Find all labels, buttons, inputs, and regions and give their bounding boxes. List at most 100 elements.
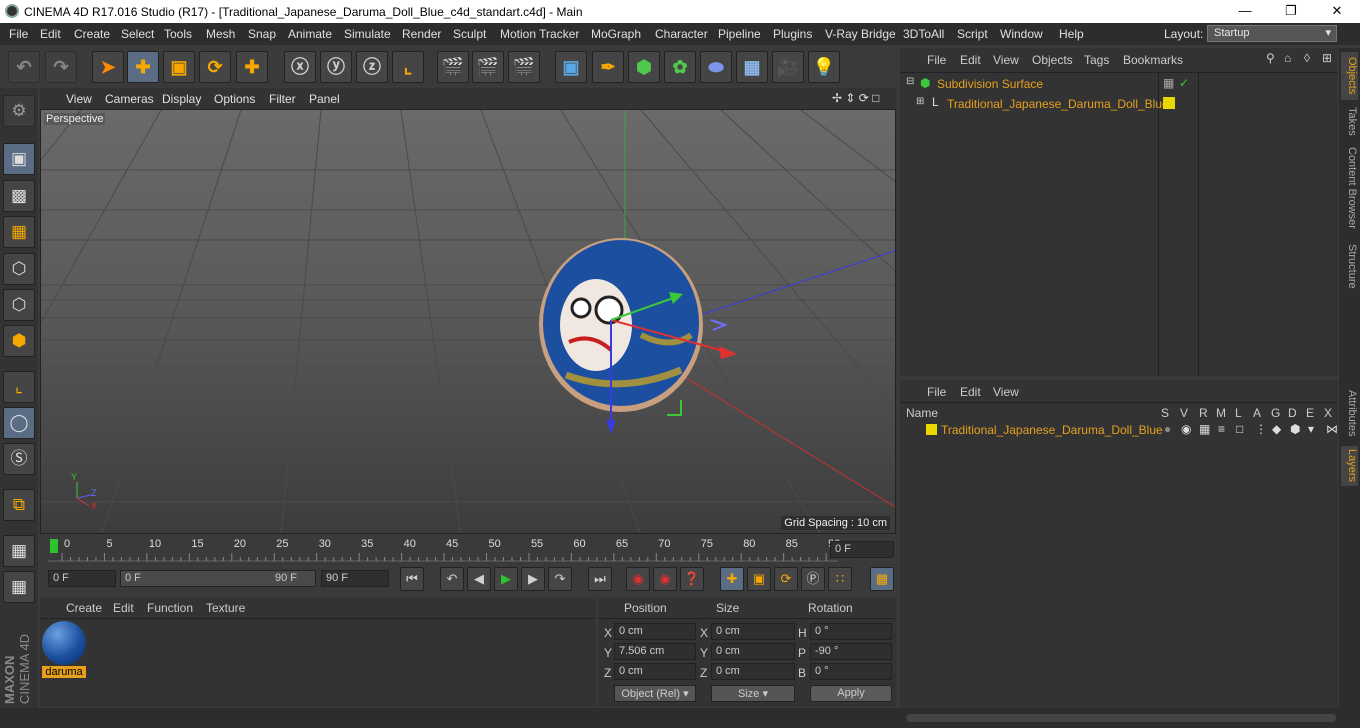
menu-motion-tracker[interactable]: Motion Tracker <box>500 27 579 41</box>
minimize-icon[interactable]: — <box>1222 0 1268 23</box>
layer-row[interactable]: Traditional_Japanese_Daruma_Doll_Blue ● … <box>900 421 1338 440</box>
next-frame-button[interactable]: ▶ <box>521 567 545 591</box>
obj-menu-edit[interactable]: Edit <box>960 53 981 67</box>
cloner-button[interactable]: ✿ <box>664 51 696 83</box>
home-icon[interactable]: ⌂ <box>1284 51 1291 65</box>
collapse-icon[interactable]: ⊟ <box>906 76 914 87</box>
menu-script[interactable]: Script <box>957 27 988 41</box>
menu-help[interactable]: Help <box>1059 27 1084 41</box>
keyframe-selection-button[interactable]: ❓ <box>680 567 704 591</box>
light-button[interactable]: 💡 <box>808 51 840 83</box>
viewport-menu-filter[interactable]: Filter <box>269 92 296 106</box>
generator-icon[interactable]: ◆ <box>1272 422 1281 436</box>
search-icon[interactable]: ⚲ <box>1266 51 1275 65</box>
menu-character[interactable]: Character <box>655 27 708 41</box>
timeline-window-button[interactable]: ▦ <box>870 567 894 591</box>
menu-window[interactable]: Window <box>1000 27 1043 41</box>
menu-mograph[interactable]: MoGraph <box>591 27 641 41</box>
obj-menu-objects[interactable]: Objects <box>1032 53 1073 67</box>
go-to-start-button[interactable]: ⏮ <box>400 567 424 591</box>
daruma-doll-model[interactable] <box>539 238 703 412</box>
redo-button[interactable]: ↷ <box>45 51 77 83</box>
tab-attributes[interactable]: Attributes <box>1341 383 1358 443</box>
menu-sculpt[interactable]: Sculpt <box>453 27 486 41</box>
render-icon[interactable]: ▦ <box>1199 422 1210 436</box>
subdivision-surface-button[interactable]: ⬢ <box>628 51 660 83</box>
menu-simulate[interactable]: Simulate <box>344 27 391 41</box>
manager-icon[interactable]: ≡ <box>1218 422 1225 436</box>
deformer-button[interactable]: ⬬ <box>700 51 732 83</box>
expand-icon[interactable]: ⊞ <box>916 96 924 107</box>
cube-primitive-button[interactable]: ▣ <box>555 51 587 83</box>
layer-color-tag[interactable] <box>1163 97 1175 109</box>
material-menu-edit[interactable]: Edit <box>113 601 134 615</box>
size-x-field[interactable]: 0 cm <box>711 623 795 640</box>
autokey-button[interactable]: ◉ <box>653 567 677 591</box>
gizmo-z-arrow[interactable] <box>606 420 616 434</box>
menu-create[interactable]: Create <box>74 27 110 41</box>
pos-y-field[interactable]: 7.506 cm <box>614 643 696 660</box>
previous-key-button[interactable]: ↶ <box>440 567 464 591</box>
tab-content-browser[interactable]: Content Browser <box>1341 144 1358 232</box>
undo-button[interactable]: ↶ <box>8 51 40 83</box>
viewport-menu-view[interactable]: View <box>66 92 92 106</box>
planar-workplane-button[interactable]: ▦ <box>3 571 35 603</box>
layer-color-swatch[interactable] <box>926 424 937 435</box>
menu-file[interactable]: File <box>9 27 28 41</box>
record-active-button[interactable]: ◉ <box>626 567 650 591</box>
solo-dot-icon[interactable]: ● <box>1164 422 1171 436</box>
menu-tools[interactable]: Tools <box>164 27 192 41</box>
lock-icon[interactable]: □ <box>1236 422 1243 436</box>
object-row-daruma[interactable]: ⊞ L Traditional_Japanese_Daruma_Doll_Blu… <box>900 94 1198 113</box>
new-view-icon[interactable]: ⊞ <box>1322 51 1332 65</box>
snap-button[interactable]: ⧉ <box>3 489 35 521</box>
viewport-menu-display[interactable]: Display <box>162 92 201 106</box>
navigate-icon[interactable]: ◊ <box>1304 51 1310 65</box>
menu-snap[interactable]: Snap <box>248 27 276 41</box>
menu-pipeline[interactable]: Pipeline <box>718 27 761 41</box>
pos-z-field[interactable]: 0 cm <box>614 663 696 680</box>
polygons-mode-button[interactable]: ⬢ <box>3 325 35 357</box>
live-selection-button[interactable]: ➤ <box>92 51 124 83</box>
size-mode-dropdown[interactable]: Size ▾ <box>711 685 795 702</box>
start-frame-field[interactable]: 0 F <box>48 570 116 587</box>
render-picture-viewer-button[interactable]: 🎬 <box>472 51 504 83</box>
go-to-end-button[interactable]: ⏭ <box>588 567 612 591</box>
material-menu-function[interactable]: Function <box>147 601 193 615</box>
menu-vray-bridge[interactable]: V-Ray Bridge <box>825 27 896 41</box>
rot-h-field[interactable]: 0 ° <box>810 623 892 640</box>
gizmo-plane-handle[interactable] <box>710 319 728 331</box>
size-y-field[interactable]: 0 cm <box>711 643 795 660</box>
material-menu-create[interactable]: Create <box>66 601 102 615</box>
close-icon[interactable]: ✕ <box>1314 0 1360 23</box>
pos-x-field[interactable]: 0 cm <box>614 623 696 640</box>
expression-icon[interactable]: ▾ <box>1308 422 1314 436</box>
material-menu-texture[interactable]: Texture <box>206 601 245 615</box>
perspective-viewport[interactable]: Y Z X Perspective Grid Spacing : 10 cm <box>40 109 896 534</box>
model-mode-button[interactable]: ▣ <box>3 143 35 175</box>
deformer-icon[interactable]: ⬢ <box>1290 422 1300 436</box>
render-settings-button[interactable]: 🎬 <box>508 51 540 83</box>
texture-mode-button[interactable]: ▩ <box>3 180 35 212</box>
layer-menu-file[interactable]: File <box>927 385 946 399</box>
rotate-tool-button[interactable]: ⟳ <box>199 51 231 83</box>
object-row-subdivision[interactable]: ⊟ ⬢ Subdivision Surface ▦ ✓ <box>900 74 1198 93</box>
viewport-menu-options[interactable]: Options <box>214 92 255 106</box>
previous-frame-button[interactable]: ◀ <box>467 567 491 591</box>
menu-animate[interactable]: Animate <box>288 27 332 41</box>
maximize-icon[interactable]: ❐ <box>1268 0 1314 23</box>
next-key-button[interactable]: ↷ <box>548 567 572 591</box>
obj-menu-bookmarks[interactable]: Bookmarks <box>1123 53 1183 67</box>
end-frame-field[interactable]: 90 F <box>321 570 389 587</box>
play-button[interactable]: ▶ <box>494 567 518 591</box>
y-axis-lock-button[interactable]: ⓨ <box>320 51 352 83</box>
key-pla-button[interactable]: ∷ <box>828 567 852 591</box>
tab-layers[interactable]: Layers <box>1341 446 1358 486</box>
obj-menu-file[interactable]: File <box>927 53 946 67</box>
workplane-mode-button[interactable]: ▦ <box>3 216 35 248</box>
coordinate-system-button[interactable]: ⌞ <box>392 51 424 83</box>
move-tool-button[interactable]: ✚ <box>127 51 159 83</box>
horizontal-scrollbar[interactable] <box>906 714 1336 722</box>
points-mode-button[interactable]: ⬡ <box>3 253 35 285</box>
coord-mode-dropdown[interactable]: Object (Rel) ▾ <box>614 685 696 702</box>
